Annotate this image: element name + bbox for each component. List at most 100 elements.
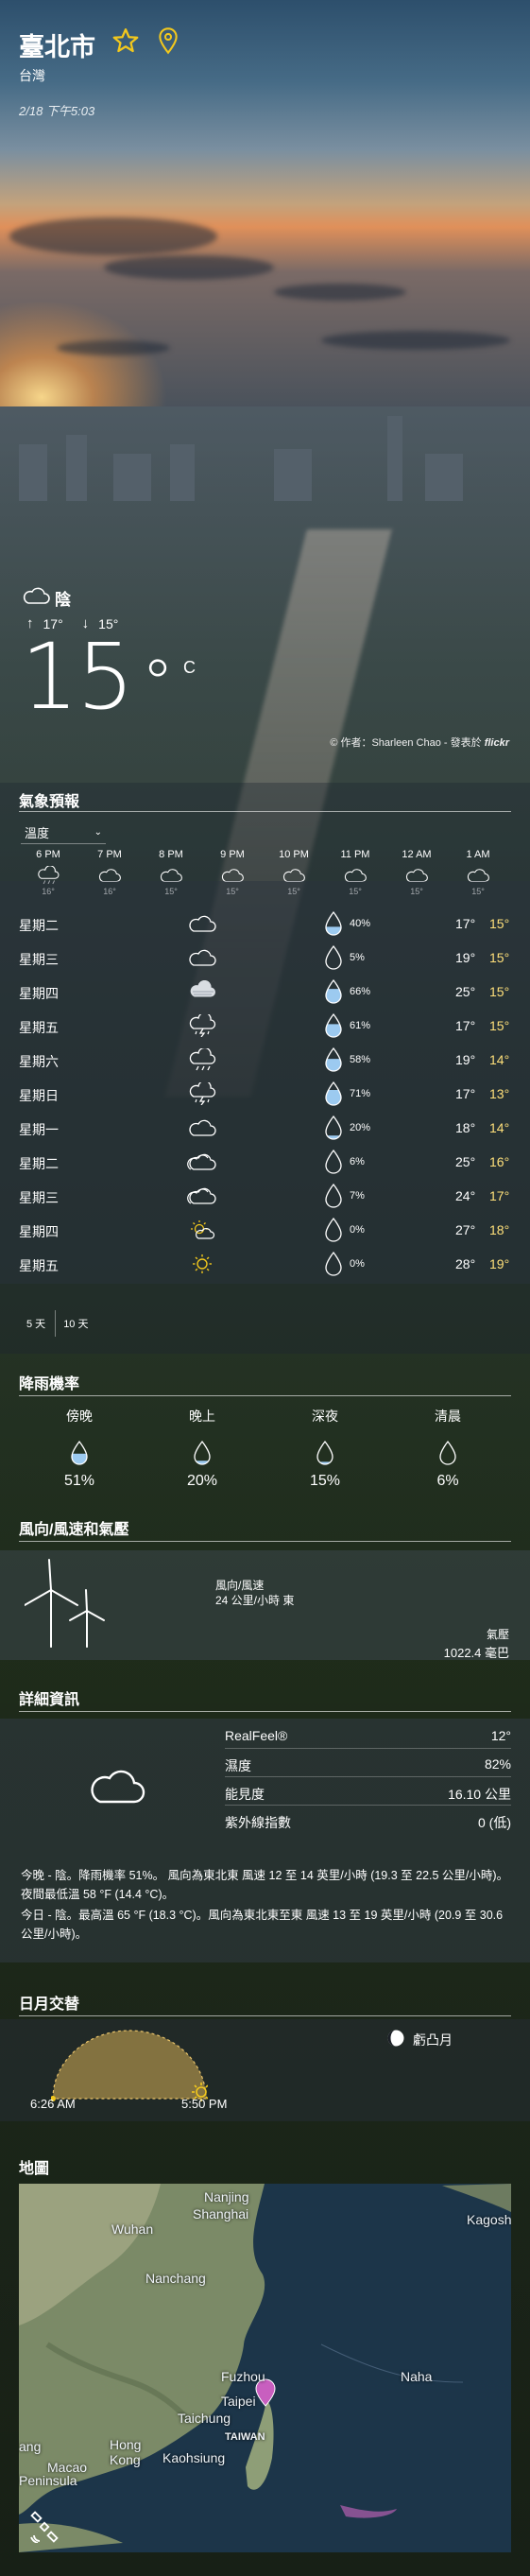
- partly-cloudy-icon: [187, 1187, 216, 1204]
- day-low: 14°: [489, 1120, 510, 1135]
- day-high: 25°: [455, 984, 476, 999]
- cloud-icon: [91, 1770, 145, 1804]
- fog-cloud-icon: [190, 980, 215, 997]
- daily-row[interactable]: 星期六 58% 19° 14°: [0, 1043, 530, 1077]
- map-terrain: [19, 2184, 511, 2552]
- sun-icon: [193, 1254, 212, 1273]
- moon-phase-icon: [387, 2030, 404, 2047]
- pressure-value: 1022.4 毫巴: [443, 1646, 509, 1660]
- divider: [19, 811, 511, 812]
- map-title: 地圖: [19, 2161, 50, 2177]
- precip-chance: 58%: [350, 1054, 371, 1065]
- detail-row: RealFeel® 12°: [225, 1722, 511, 1749]
- cloud-icon: [189, 1119, 216, 1136]
- daily-row[interactable]: 星期四 0% 27° 18°: [0, 1213, 530, 1247]
- day-low: 16°: [489, 1154, 510, 1169]
- hour-time: 8 PM: [159, 849, 183, 860]
- tab-5-days[interactable]: 5 天: [19, 1310, 57, 1337]
- thunderstorm-icon: [189, 1014, 216, 1037]
- hour-time: 9 PM: [220, 849, 245, 860]
- detail-value: 0 (低): [478, 1815, 511, 1830]
- day-high: 24°: [455, 1188, 476, 1203]
- sun-cloud-icon: [191, 1220, 215, 1239]
- weather-map[interactable]: Nanjing Shanghai Wuhan Kagoshi Nanchang Fuzho…: [19, 2184, 511, 2552]
- precip-chance: 0%: [350, 1258, 365, 1270]
- sunrise-time: 6:26 AM: [30, 2097, 76, 2111]
- raindrop-icon: [325, 1149, 342, 1174]
- precip-chance: 71%: [350, 1088, 371, 1099]
- daily-row[interactable]: 星期二 40% 17° 15°: [0, 907, 530, 941]
- daily-row[interactable]: 星期一 20% 18° 14°: [0, 1111, 530, 1145]
- day-low: 13°: [489, 1086, 510, 1101]
- detail-label: 紫外線指數: [225, 1815, 291, 1830]
- precip-chance: 66%: [350, 986, 371, 997]
- daily-row[interactable]: 星期五 61% 17° 15°: [0, 1009, 530, 1043]
- map-label: Nanjing: [204, 2189, 249, 2204]
- precip-period: 晚上 20%: [155, 1407, 249, 1490]
- daily-row[interactable]: 星期四 66% 25° 15°: [0, 975, 530, 1009]
- day-high: 19°: [455, 950, 476, 965]
- raindrop-icon: [325, 910, 342, 936]
- cloud-rain-icon: [189, 1048, 216, 1071]
- day-name: 星期四: [19, 1224, 59, 1239]
- flickr-logo: flickr: [484, 737, 509, 749]
- hour-time: 12 AM: [402, 849, 432, 860]
- day-low: 18°: [489, 1222, 510, 1237]
- day-name: 星期五: [19, 1020, 59, 1035]
- photo-credit-text: © 作者：Sharleen Chao - 發表於: [330, 737, 482, 749]
- tab-10-days[interactable]: 10 天: [56, 1310, 97, 1337]
- day-low: 15°: [489, 950, 510, 965]
- detail-row: 能見度 16.10 公里: [225, 1779, 511, 1806]
- select-value: 溫度: [25, 825, 50, 840]
- divider: [19, 1541, 511, 1542]
- precip-title: 降雨機率: [19, 1376, 80, 1392]
- sunset-time: 5:50 PM: [181, 2097, 228, 2111]
- hour-time: 1 AM: [466, 849, 490, 860]
- precip-chance: 61%: [350, 1020, 371, 1031]
- favorite-star-icon[interactable]: [111, 26, 140, 55]
- period-value: 15%: [309, 1473, 341, 1489]
- day-high: 17°: [455, 1018, 476, 1033]
- partly-cloudy-icon: [187, 1153, 216, 1170]
- daily-row[interactable]: 星期三 7% 24° 17°: [0, 1179, 530, 1213]
- country-name: 台灣: [19, 68, 45, 83]
- photo-credit[interactable]: © 作者：Sharleen Chao - 發表於 flickr: [330, 735, 509, 750]
- map-label: Shanghai: [193, 2206, 249, 2222]
- map-label: Kagoshi: [467, 2212, 511, 2227]
- wind-title: 風向/風速和氣壓: [19, 1522, 129, 1538]
- map-label: Naha: [401, 2369, 433, 2384]
- daily-row[interactable]: 星期三 5% 19° 15°: [0, 941, 530, 975]
- daily-row[interactable]: 星期日 71% 17° 13°: [0, 1077, 530, 1111]
- period-label: 清晨: [435, 1409, 461, 1424]
- raindrop-icon: [325, 1115, 342, 1140]
- map-label: Nanchang: [145, 2271, 206, 2286]
- hour-time: 7 PM: [97, 849, 122, 860]
- pressure-label: 氣壓: [486, 1628, 509, 1641]
- daily-row[interactable]: 星期五 0% 28° 19°: [0, 1247, 530, 1281]
- detail-label: RealFeel®: [225, 1728, 288, 1743]
- raindrop-icon: [194, 1440, 211, 1465]
- location-pin-icon[interactable]: [157, 26, 180, 55]
- raindrop-icon: [325, 1081, 342, 1106]
- forecast-type-select[interactable]: 溫度 ⌄: [25, 821, 106, 843]
- divider: [19, 1711, 511, 1712]
- precip-chance: 20%: [350, 1122, 371, 1133]
- select-underline: [21, 843, 106, 844]
- day-high: 19°: [455, 1052, 476, 1067]
- detail-label: 能見度: [225, 1787, 265, 1802]
- period-label: 晚上: [189, 1409, 215, 1424]
- map-label: Fuzhou: [221, 2369, 265, 2384]
- day-name: 星期日: [19, 1088, 59, 1103]
- period-value: 51%: [63, 1473, 95, 1489]
- detail-row: 紫外線指數 0 (低): [225, 1807, 511, 1834]
- satellite-layer-icon[interactable]: [28, 2511, 60, 2543]
- map-label: Taipei: [221, 2394, 256, 2409]
- degree-symbol: °: [142, 647, 174, 721]
- map-label: TAIWAN: [225, 2431, 265, 2443]
- day-name: 星期六: [19, 1054, 59, 1069]
- daily-row[interactable]: 星期二 6% 25° 16°: [0, 1145, 530, 1179]
- today-summary: 今日 - 陰。最高溫 65 °F (18.3 °C)。風向為東北東至東 風速 1…: [21, 1909, 504, 1941]
- current-temperature: 15: [21, 624, 134, 730]
- day-name: 星期二: [19, 918, 59, 933]
- day-high: 18°: [455, 1120, 476, 1135]
